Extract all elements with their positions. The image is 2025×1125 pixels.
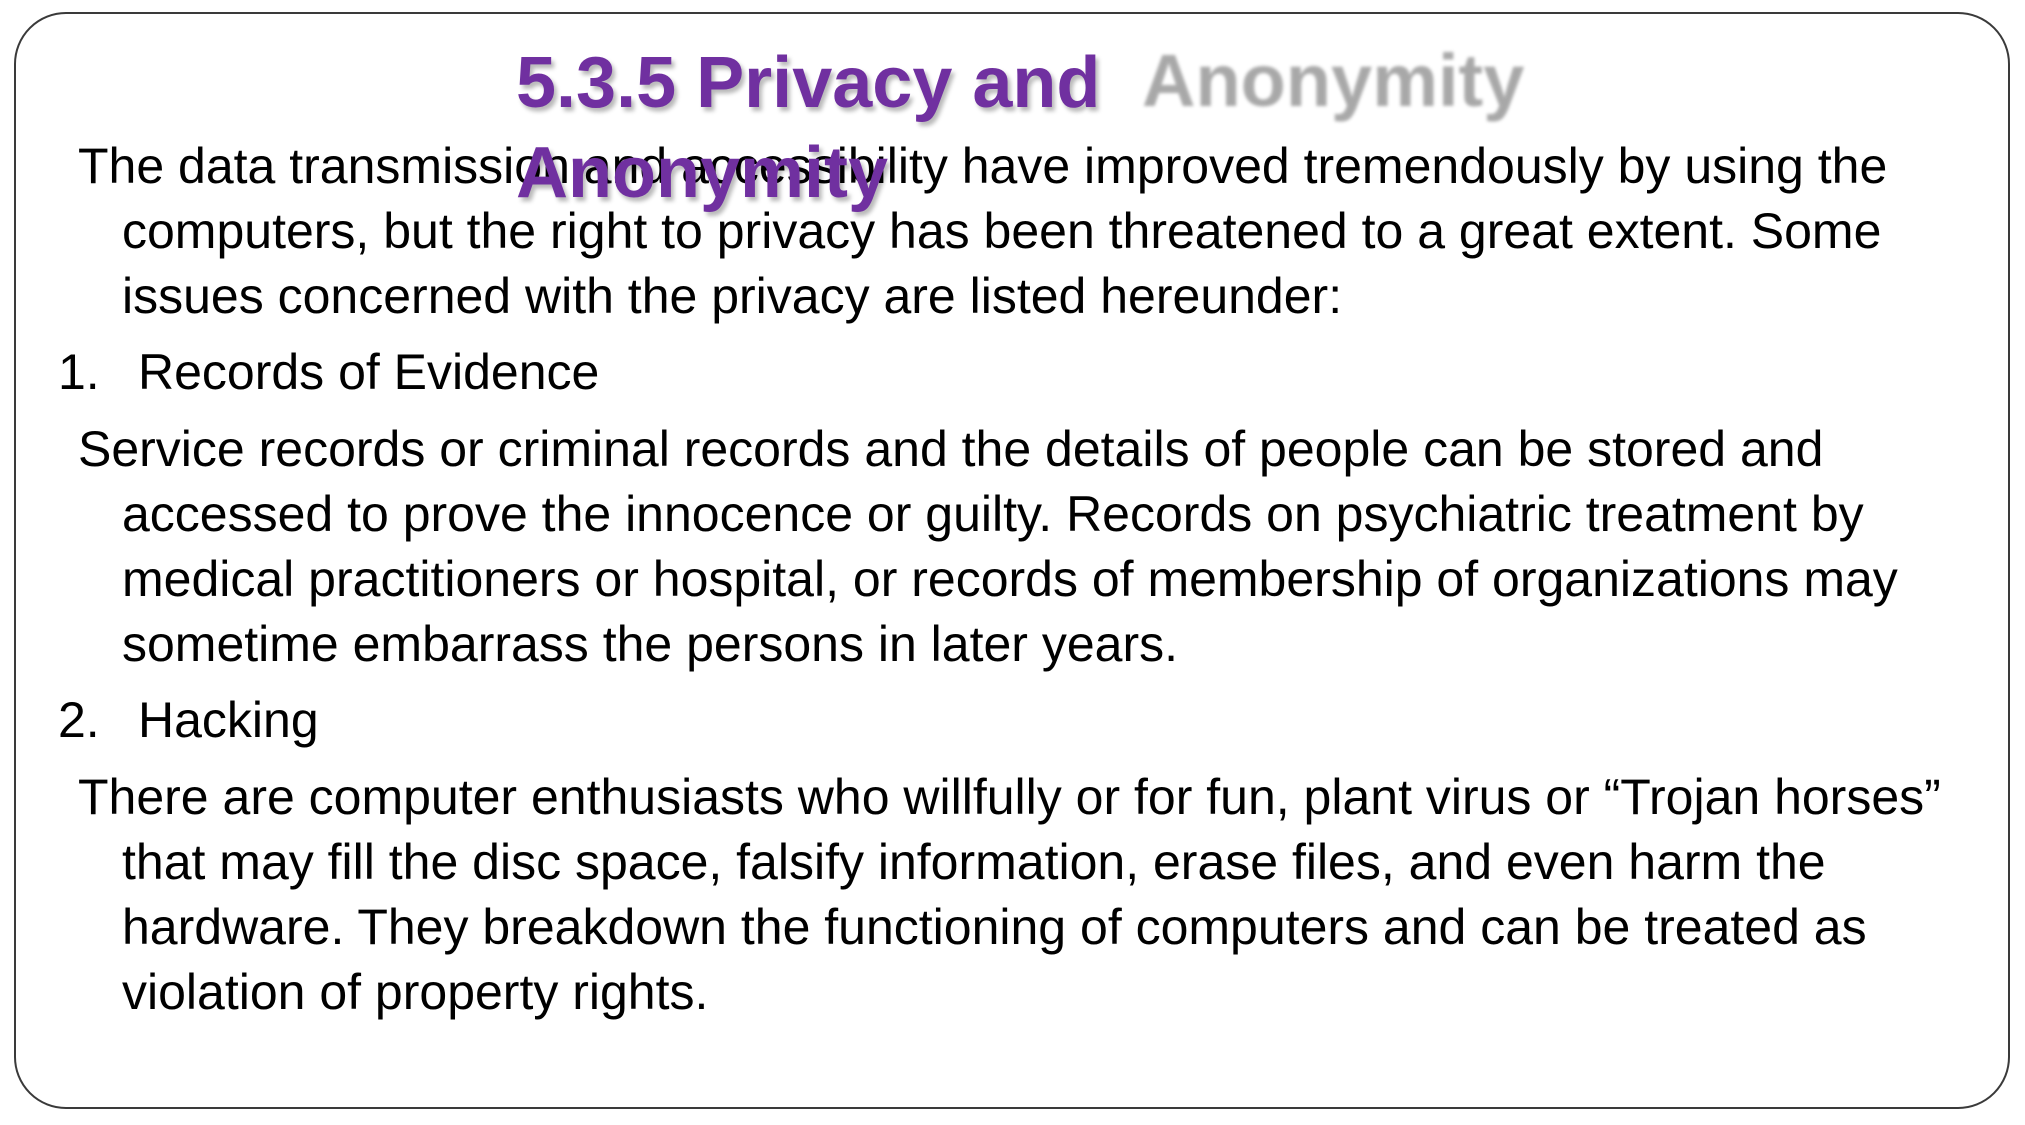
title-shadow-text: Anonymity (1142, 39, 1525, 122)
slide-title: 5.3.5 Privacy and Anonymity (516, 43, 1101, 213)
slide-body: The data transmission and accessibility … (58, 134, 1978, 1025)
hacking-paragraph: There are computer enthusiasts who willf… (78, 769, 1941, 1020)
list-number: 2. (58, 692, 100, 748)
list-heading: Hacking (138, 692, 319, 748)
list-heading: Records of Evidence (138, 344, 600, 400)
records-of-evidence-paragraph: Service records or criminal records and … (78, 421, 1898, 672)
slide: Anonymity 5.3.5 Privacy and Anonymity Th… (0, 0, 2025, 1125)
list-item-hacking: 2. Hacking (58, 687, 1978, 753)
list-number: 1. (58, 344, 100, 400)
list-item-records-of-evidence: 1. Records of Evidence (58, 339, 1978, 405)
